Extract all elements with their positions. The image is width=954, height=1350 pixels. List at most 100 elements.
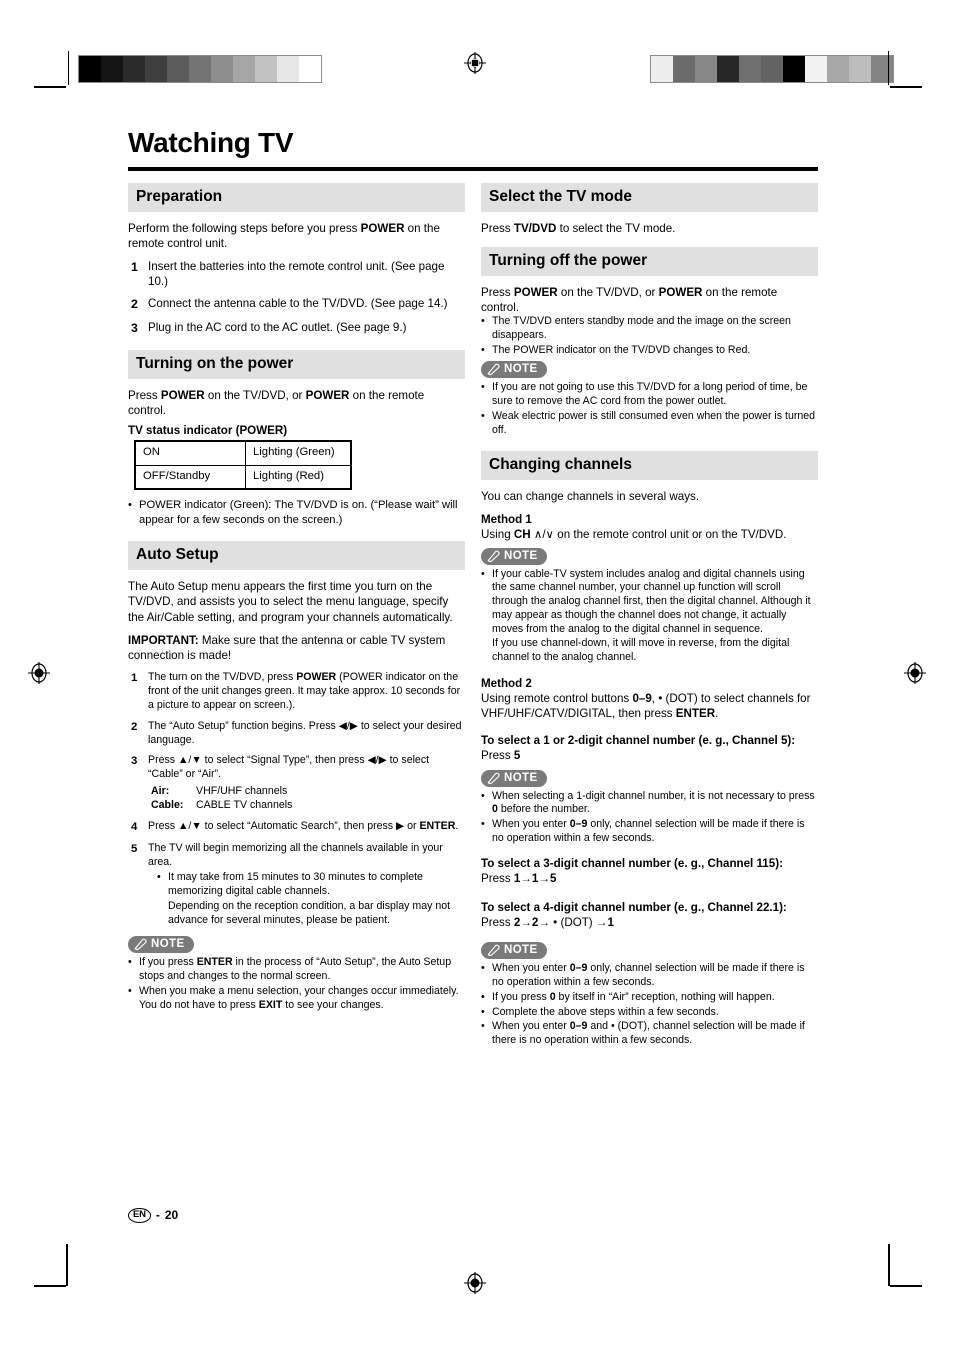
registration-target-right [904,662,926,684]
bullet-text: POWER indicator (Green): The TV/DVD is o… [139,499,458,526]
table-cell-state: OFF/Standby [134,464,246,490]
auto-setup-steps: 1 The turn on the TV/DVD, press POWER (P… [128,671,465,927]
toff-p1: Press [481,285,514,299]
channel-up-down-icon: ∧/∨ [530,528,558,542]
note-b1: EXIT [258,998,283,1011]
key-value-row: Air: VHF/UHF channels [151,785,465,799]
note-badge: NOTE [128,936,194,954]
bullet-item: Depending on the reception condition, a … [157,900,465,928]
calibration-swatch [189,56,211,82]
step4-p2: to select “Automatic Search”, then press [201,819,397,832]
crop-mark-top-left [34,86,66,88]
bullet-item: • If you are not going to use this TV/DV… [481,381,818,409]
step1-p1: The turn on the TV/DVD, press [148,671,297,684]
step5-sub-bullets: • It may take from 15 minutes to 30 minu… [157,871,465,927]
bullet-text: If you press ENTER in the process of “Au… [139,956,465,984]
pen-icon [133,937,148,951]
calibration-swatch [673,56,695,82]
pen-icon [486,362,501,376]
bullet-dot: • [481,990,485,1003]
digit-3-heading: To select a 3-digit channel number (e. g… [481,856,783,870]
note-p2: to see your changes. [282,998,384,1011]
registration-target-bottom [464,1272,486,1294]
crop-mark-bottom-left-v [66,1244,68,1286]
calibration-strip-right [650,55,894,83]
left-right-arrow-icon: ◀/▶ [367,754,387,767]
auto-setup-intro: The Auto Setup menu appears the first ti… [128,580,453,624]
up-down-arrow-icon: ▲/▼ [178,754,202,767]
note-box-digit-entry-2: NOTE • When you enter 0–9 only, channel … [481,942,818,1048]
digit-1-2-instruction: Press 5 [481,748,818,763]
calibration-swatch [299,56,321,82]
step-number: 5 [131,842,138,855]
bullet-text: If you are not going to use this TV/DVD … [492,381,808,408]
method-1-text: Using CH ∧/∨ on the remote control unit … [481,527,818,542]
table-row: OFF/Standby Lighting (Red) [134,464,352,490]
section-heading-preparation: Preparation [128,182,465,212]
m2-digits: 0–9 [632,692,652,706]
bullet-text: If you press 0 by itself in “Air” recept… [492,991,818,1005]
n2-p2: before the number. [497,803,590,816]
pen-icon [486,549,501,563]
step-item: 5 The TV will begin memorizing all the c… [128,842,465,870]
bullet-item: • When you enter 0–9 only, channel selec… [481,962,818,990]
m1-ch: CH [513,528,531,542]
bullet-item: • If you press ENTER in the process of “… [128,956,465,984]
step-text: Plug in the AC cord to the AC outlet. (S… [148,320,407,334]
n3-b1: 0–9 [569,962,588,975]
page-title: Watching TV [128,127,294,158]
bullet-text: If your cable-TV system includes analog … [492,567,811,635]
digit-4-heading: To select a 4-digit channel number (e. g… [481,900,787,914]
bullet-text: When you enter 0–9 and • (DOT), channel … [492,1020,818,1048]
step-item: 3 Plug in the AC cord to the AC outlet. … [128,320,465,336]
step-item: 2 The “Auto Setup” function begins. Pres… [128,720,465,748]
bullet-dot: • [157,871,161,884]
m1-p1: Using [481,528,514,542]
calibration-swatch [651,56,673,82]
status-table-title: TV status indicator (POWER) [128,424,288,438]
calibration-swatch [717,56,739,82]
bullet-item: • If your cable-TV system includes analo… [481,568,818,637]
calibration-swatch [101,56,123,82]
bullet-item: • It may take from 15 minutes to 30 minu… [157,871,465,899]
page-number: 20 [164,1208,179,1223]
d4-p: Press [481,916,514,930]
note-badge: NOTE [481,942,547,960]
calibration-swatch [277,56,299,82]
step-item: 4 Press ▲/▼ to select “Automatic Search”… [128,820,465,835]
note-badge-label: NOTE [504,549,538,562]
bullet-item: • Complete the above steps within a few … [481,1006,818,1020]
preparation-intro: Perform the following steps before you p… [128,221,465,251]
note-box-turning-off: NOTE • If you are not going to use this … [481,361,818,437]
crop-rule-right [888,51,889,85]
calibration-swatch [871,56,893,82]
note-badge-label: NOTE [504,944,538,957]
m2-p3: . [715,707,719,721]
two-column-layout: Preparation Perform the following steps … [128,182,828,1058]
table-cell-indicator: Lighting (Green) [245,440,352,466]
step4-p4: . [455,819,459,832]
bullet-dot: • [128,985,132,998]
signal-type-key-values: Air: VHF/UHF channels Cable: CABLE TV ch… [151,785,465,813]
step-item: 1 Insert the batteries into the remote c… [128,259,465,289]
step-text: The “Auto Setup” function begins. Press … [148,720,465,748]
step4-p1: Press [148,819,179,832]
locale-badge: EN [128,1208,151,1223]
step-text: Press ▲/▼ to select “Automatic Search”, … [148,820,465,835]
section-heading-auto-setup: Auto Setup [128,541,465,571]
preparation-steps: 1 Insert the batteries into the remote c… [128,259,465,336]
calibration-swatch [211,56,233,82]
toff-p2: on the TV/DVD, or [557,285,659,299]
bullet-item: • POWER indicator (Green): The TV/DVD is… [128,498,465,527]
calibration-swatch [761,56,783,82]
registration-target-left [28,662,50,684]
n2-p1: When selecting a 1-digit channel number,… [492,789,815,802]
stm-p1: Press [481,221,514,235]
section-heading-changing-channels: Changing channels [481,451,818,481]
toff-b1: POWER [513,285,558,299]
bullet-dot: • [481,1005,485,1018]
digit-3-instruction: Press 1→1→5 [481,871,818,886]
table-cell-state: ON [134,440,246,466]
section-heading-select-tv-mode: Select the TV mode [481,182,818,212]
note-box-method-1: NOTE • If your cable-TV system includes … [481,547,818,665]
